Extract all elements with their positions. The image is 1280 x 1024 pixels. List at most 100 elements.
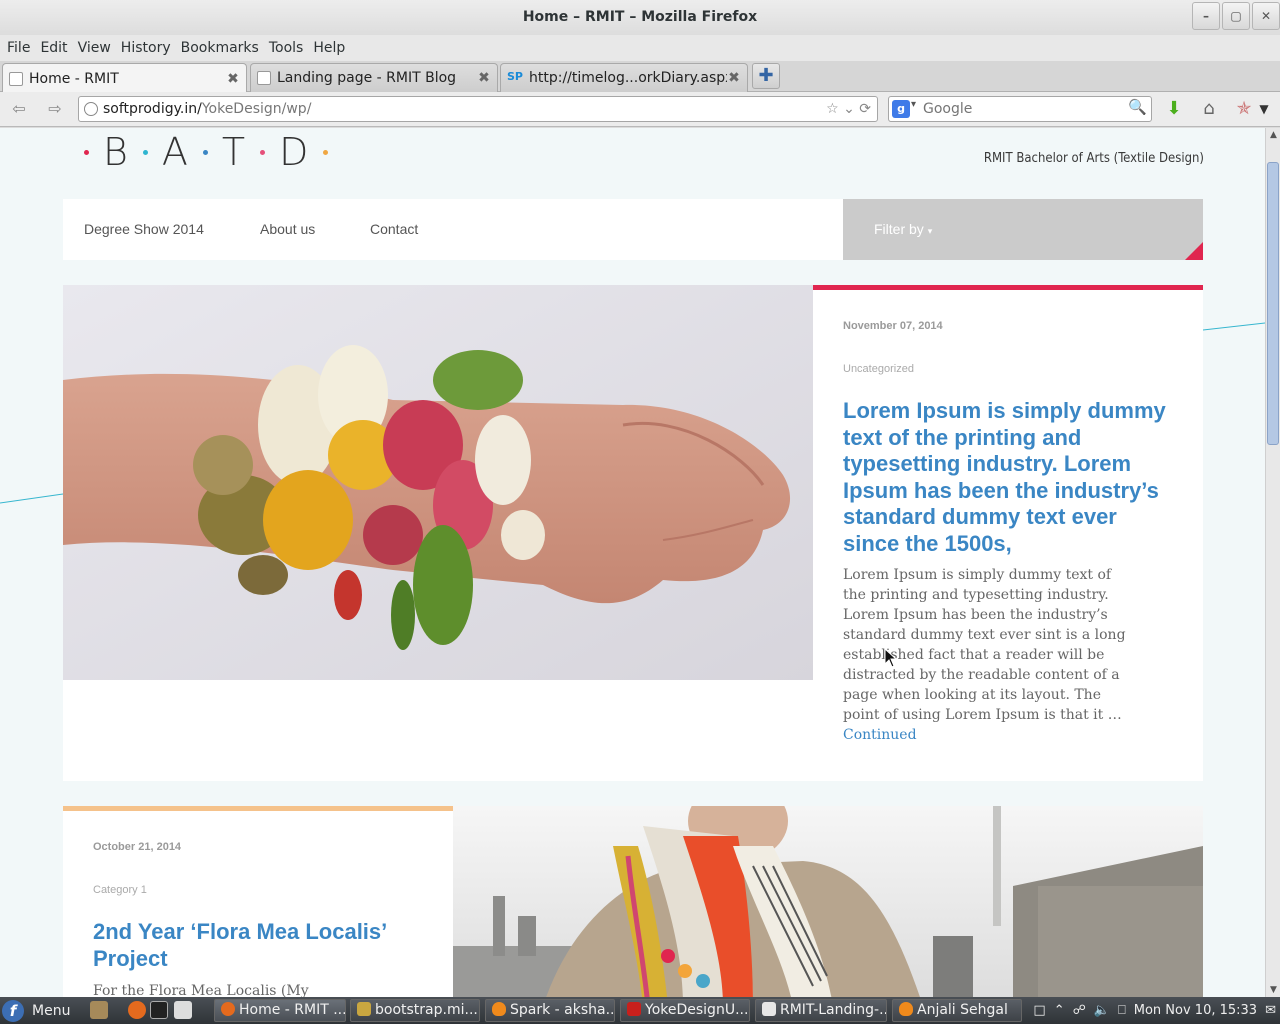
- text-editor-launcher-icon[interactable]: [174, 1001, 192, 1019]
- menu-view[interactable]: View: [73, 40, 116, 56]
- back-icon[interactable]: ⇦: [6, 98, 32, 120]
- nav-about-us[interactable]: About us: [260, 221, 315, 237]
- menubar: File Edit View History Bookmarks Tools H…: [0, 35, 1280, 61]
- site-identity-icon[interactable]: [84, 102, 98, 116]
- google-icon[interactable]: g: [892, 100, 910, 118]
- post-card-1: November 07, 2014 Uncategorized Lorem Ip…: [813, 285, 1203, 781]
- tab-landing-page[interactable]: Landing page - RMIT Blog ✖: [250, 63, 498, 92]
- tab-close-icon[interactable]: ✖: [727, 70, 741, 86]
- task-label: RMIT-Landing-...: [780, 1002, 887, 1018]
- new-tab-icon[interactable]: ✚: [752, 63, 780, 89]
- desktop-taskbar: f Menu Home - RMIT ... bootstrap.mi... S…: [0, 997, 1280, 1024]
- url-bar[interactable]: softprodigy.in/YokeDesign/wp/ ☆ ⌄ ⟳: [78, 96, 878, 122]
- post-image-scarf[interactable]: [453, 806, 1203, 997]
- taskbar-task-filezilla[interactable]: YokeDesignU...: [620, 999, 750, 1022]
- bookmark-star-icon[interactable]: ☆: [826, 101, 839, 117]
- download-icon[interactable]: ⬇: [1162, 98, 1186, 120]
- reload-icon[interactable]: ⟳: [859, 101, 871, 117]
- logo-letter: B: [103, 130, 129, 174]
- post-category[interactable]: Category 1: [93, 884, 147, 896]
- clock[interactable]: Mon Nov 10, 15:33: [1134, 1003, 1257, 1018]
- post-card-2: October 21, 2014 Category 1 2nd Year ‘Fl…: [63, 806, 453, 997]
- continued-link[interactable]: Continued: [843, 727, 917, 743]
- page-scrollbar[interactable]: ▲ ▼: [1265, 128, 1280, 997]
- navigation-toolbar: ⇦ ⇨ softprodigy.in/YokeDesign/wp/ ☆ ⌄ ⟳ …: [0, 92, 1280, 127]
- tab-home-rmit[interactable]: Home - RMIT ✖: [2, 63, 247, 93]
- scrollbar-thumb[interactable]: [1267, 162, 1279, 445]
- document-icon: [762, 1002, 776, 1016]
- tab-close-icon[interactable]: ✖: [477, 70, 491, 86]
- search-input[interactable]: [923, 99, 1123, 119]
- menu-help[interactable]: Help: [308, 40, 350, 56]
- page-icon: [257, 71, 271, 85]
- taskbar-task-chat[interactable]: Anjali Sehgal: [892, 999, 1022, 1022]
- network-icon[interactable]: ☍: [1073, 1003, 1086, 1018]
- post-title[interactable]: 2nd Year ‘Flora Mea Localis’ Project: [93, 919, 423, 972]
- start-menu-label: Menu: [32, 1002, 71, 1019]
- terminal-launcher-icon[interactable]: [150, 1001, 168, 1019]
- post-title[interactable]: Lorem Ipsum is simply dummy text of the …: [843, 398, 1173, 557]
- window-titlebar: Home – RMIT – Mozilla Firefox – ▢ ✕: [0, 0, 1280, 35]
- addon-icon[interactable]: ✯: [1232, 98, 1256, 120]
- spark-icon: [899, 1002, 913, 1016]
- taskbar-task-spark[interactable]: Spark - aksha...: [485, 999, 615, 1022]
- menu-edit[interactable]: Edit: [35, 40, 72, 56]
- filemanager-icon: [357, 1002, 371, 1016]
- window-controls: – ▢ ✕: [1190, 2, 1280, 30]
- start-menu-button[interactable]: f Menu: [2, 999, 86, 1022]
- taskbar-task-document[interactable]: RMIT-Landing-...: [755, 999, 887, 1022]
- tab-label: Home - RMIT: [29, 70, 119, 87]
- post-category[interactable]: Uncategorized: [843, 363, 914, 375]
- search-icon[interactable]: 🔍: [1128, 98, 1147, 116]
- notification-icon[interactable]: ✉: [1265, 1003, 1276, 1018]
- filter-corner-accent: [1185, 242, 1203, 260]
- site-logo[interactable]: B A T D: [84, 130, 342, 174]
- tab-label: Landing page - RMIT Blog: [277, 70, 457, 86]
- close-icon[interactable]: ✕: [1252, 2, 1280, 30]
- post-date: October 21, 2014: [93, 841, 182, 853]
- post-image-bracelet[interactable]: [63, 285, 813, 680]
- tray-expand-icon[interactable]: ⌃: [1054, 1003, 1065, 1018]
- taskbar-task-firefox[interactable]: Home - RMIT ...: [214, 999, 346, 1022]
- minimize-icon[interactable]: –: [1192, 2, 1220, 30]
- desktop: { "window": { "title": "Home \u2013 RMIT…: [0, 0, 1280, 1024]
- search-engine-dropdown-icon[interactable]: ▾: [911, 99, 916, 110]
- nav-degree-show[interactable]: Degree Show 2014: [84, 221, 204, 237]
- display-icon[interactable]: ⎕: [1118, 1003, 1126, 1018]
- filezilla-icon: [627, 1002, 641, 1016]
- nav-contact[interactable]: Contact: [370, 221, 418, 237]
- scarf-portrait-photo: [453, 806, 1203, 997]
- firefox-launcher-icon[interactable]: [128, 1001, 146, 1019]
- menu-history[interactable]: History: [116, 40, 176, 56]
- file-manager-launcher-icon[interactable]: [90, 1001, 108, 1019]
- menu-bookmarks[interactable]: Bookmarks: [176, 40, 264, 56]
- window-title: Home – RMIT – Mozilla Firefox: [522, 9, 758, 25]
- volume-icon[interactable]: 🔈: [1094, 1003, 1110, 1018]
- spark-icon: [492, 1002, 506, 1016]
- taskbar-task-bootstrap[interactable]: bootstrap.mi...: [350, 999, 480, 1022]
- maximize-icon[interactable]: ▢: [1222, 2, 1250, 30]
- overflow-menu-icon[interactable]: ▼: [1256, 98, 1272, 120]
- menu-file[interactable]: File: [2, 40, 35, 56]
- filter-text: Filter by: [874, 221, 924, 237]
- tab-timelog[interactable]: SP http://timelog...orkDiary.aspx ✖: [500, 63, 748, 92]
- logo-letter: D: [279, 130, 310, 174]
- menu-tools[interactable]: Tools: [264, 40, 309, 56]
- home-icon[interactable]: ⌂: [1197, 98, 1221, 120]
- url-host: softprodigy.in/: [103, 101, 202, 117]
- search-bar[interactable]: g ▾ 🔍: [888, 96, 1152, 122]
- logo-dot: [323, 149, 329, 155]
- history-dropdown-icon[interactable]: ⌄: [843, 101, 855, 117]
- mouse-cursor-icon: [884, 648, 898, 668]
- web-page: B A T D RMIT Bachelor of Arts (Textile D…: [0, 128, 1265, 997]
- tab-close-icon[interactable]: ✖: [226, 71, 240, 87]
- logo-letter: T: [221, 130, 247, 174]
- logo-letter: A: [161, 130, 189, 174]
- system-tray: □ ⌃ ☍ 🔈 ⎕ Mon Nov 10, 15:33 ✉: [1025, 1000, 1276, 1021]
- show-desktop-icon[interactable]: □: [1033, 1003, 1045, 1018]
- scroll-up-icon[interactable]: ▲: [1266, 128, 1280, 142]
- scroll-down-icon[interactable]: ▼: [1266, 983, 1280, 997]
- task-label: Anjali Sehgal: [917, 1002, 1008, 1018]
- forward-icon[interactable]: ⇨: [42, 98, 68, 120]
- filter-dropdown[interactable]: Filter by ▾: [843, 199, 1203, 260]
